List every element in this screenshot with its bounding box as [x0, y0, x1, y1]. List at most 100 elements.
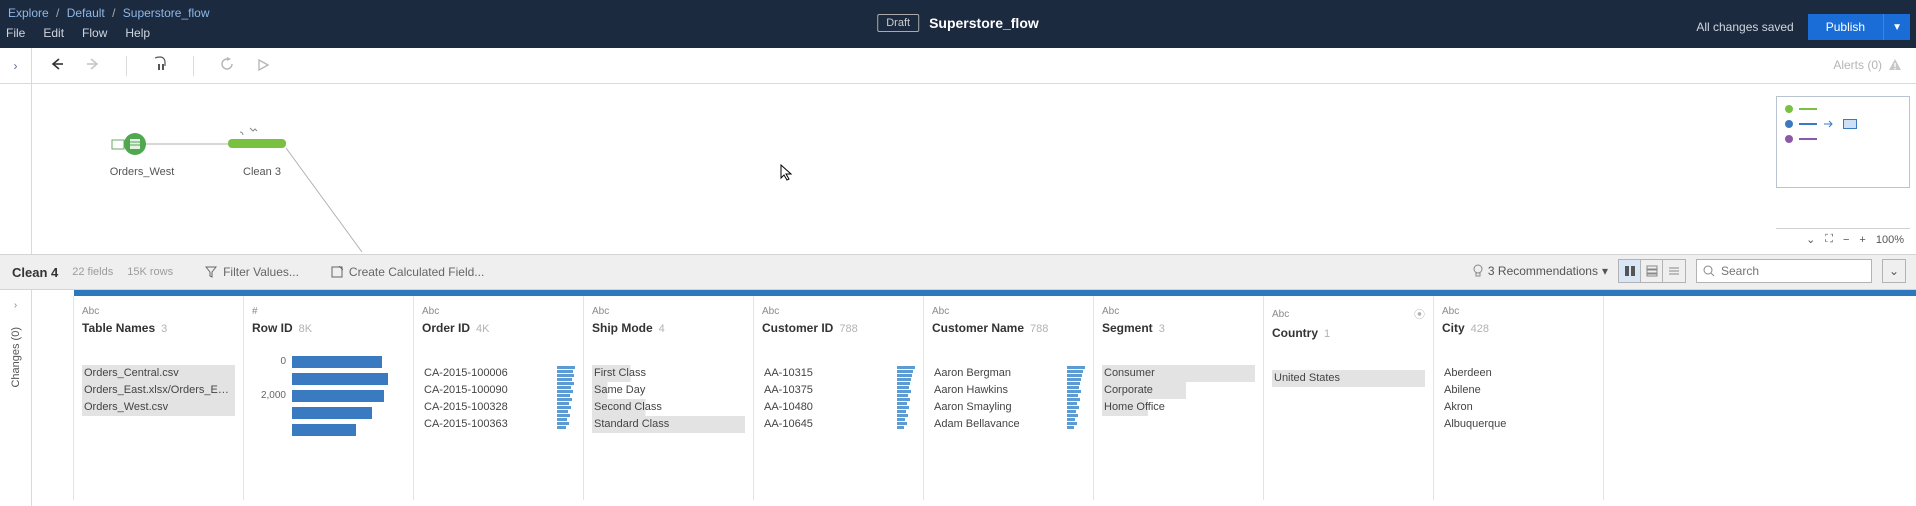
view-grid-button[interactable]: [1663, 260, 1685, 282]
field-name[interactable]: Order ID4K: [422, 321, 575, 335]
filter-icon: [205, 266, 217, 278]
changes-rail: › Changes (0): [0, 290, 32, 506]
field-value[interactable]: Aaron Smayling: [932, 399, 1085, 416]
zoom-fit-icon[interactable]: ⛶: [1825, 233, 1833, 246]
search-input[interactable]: [1721, 264, 1851, 278]
view-list-button[interactable]: [1641, 260, 1663, 282]
alerts-indicator[interactable]: Alerts (0): [1833, 58, 1902, 72]
field-value[interactable]: AA-10315: [762, 365, 915, 382]
zoom-in-button[interactable]: +: [1859, 234, 1865, 246]
field-values: Orders_Central.csvOrders_East.xlsx/Order…: [82, 365, 235, 416]
field-value[interactable]: Albuquerque: [1442, 416, 1595, 433]
publish-menu-button[interactable]: ▼: [1883, 14, 1910, 40]
field-value[interactable]: Akron: [1442, 399, 1595, 416]
field-value[interactable]: AA-10480: [762, 399, 915, 416]
menu-flow[interactable]: Flow: [82, 26, 107, 40]
field-card[interactable]: Abc⦿Country1United States: [1264, 296, 1434, 500]
view-profile-button[interactable]: [1619, 260, 1641, 282]
expand-left-panel-button[interactable]: ›: [0, 48, 32, 84]
breadcrumb-explore[interactable]: Explore: [8, 6, 49, 20]
field-card[interactable]: Abc Segment3 ConsumerCorporateHome Office: [1094, 296, 1264, 500]
field-name[interactable]: Customer ID788: [762, 321, 915, 335]
field-card[interactable]: AbcCustomer Name788Aaron BergmanAaron Ha…: [924, 296, 1094, 500]
field-card[interactable]: Abc Ship Mode4 First ClassSame DaySecond C…: [584, 296, 754, 500]
field-values: United States: [1272, 370, 1425, 387]
field-type: Abc: [1102, 306, 1255, 317]
field-value[interactable]: Consumer: [1102, 365, 1255, 382]
field-value[interactable]: Home Office: [1102, 399, 1255, 416]
input-node-label: Orders_West: [102, 166, 182, 178]
field-value[interactable]: Orders_East.xlsx/Orders_E…: [82, 382, 235, 399]
field-value[interactable]: CA-2015-100090: [422, 382, 575, 399]
step-options-button[interactable]: ⌄: [1882, 259, 1906, 283]
field-name[interactable]: Table Names3: [82, 321, 235, 335]
step-row-count: 15K rows: [127, 266, 173, 278]
calc-icon: [331, 266, 343, 278]
input-node-orders-west[interactable]: [112, 133, 146, 155]
pause-data-updates-button[interactable]: [151, 56, 169, 75]
field-value[interactable]: Same Day: [592, 382, 745, 399]
zoom-out-button[interactable]: −: [1843, 234, 1849, 246]
field-value[interactable]: Orders_Central.csv: [82, 365, 235, 382]
create-calculated-field-button[interactable]: Create Calculated Field...: [331, 265, 484, 279]
menu-help[interactable]: Help: [125, 26, 150, 40]
field-name[interactable]: Row ID8K: [252, 321, 405, 335]
field-card[interactable]: AbcCity428AberdeenAbileneAkronAlbuquerqu…: [1434, 296, 1604, 500]
field-values: AberdeenAbileneAkronAlbuquerque: [1442, 365, 1595, 433]
breadcrumb: Explore / Default / Superstore_flow: [8, 6, 210, 20]
step-name[interactable]: Clean 4: [12, 265, 58, 280]
field-type: Abc: [762, 306, 915, 317]
field-card[interactable]: AbcTable Names3Orders_Central.csvOrders_…: [74, 296, 244, 500]
field-value[interactable]: Aaron Hawkins: [932, 382, 1085, 399]
field-card[interactable]: AbcOrder ID4KCA-2015-100006CA-2015-10009…: [414, 296, 584, 500]
field-type: Abc: [592, 306, 745, 317]
field-name[interactable]: Ship Mode4: [592, 321, 745, 335]
field-card[interactable]: Abc Customer ID788 AA-10315AA-10375AA-1048…: [754, 296, 924, 500]
profile-pane: › Changes (0) Abc Table Names3 Orders_Cent…: [0, 290, 1916, 506]
menu-edit[interactable]: Edit: [43, 26, 64, 40]
back-button[interactable]: [48, 56, 66, 75]
field-values: ConsumerCorporateHome Office: [1102, 365, 1255, 416]
field-value[interactable]: CA-2015-100328: [422, 399, 575, 416]
toolbar: › Alerts (0): [0, 48, 1916, 84]
breadcrumb-flow[interactable]: Superstore_flow: [123, 6, 210, 20]
field-value[interactable]: Standard Class: [592, 416, 745, 433]
field-value[interactable]: CA-2015-100363: [422, 416, 575, 433]
field-mini-histogram: [557, 366, 577, 430]
publish-button[interactable]: Publish: [1808, 14, 1883, 40]
field-value[interactable]: Abilene: [1442, 382, 1595, 399]
forward-button: [84, 56, 102, 75]
flow-title[interactable]: Superstore_flow: [929, 15, 1039, 31]
field-value[interactable]: Aaron Bergman: [932, 365, 1085, 382]
field-name[interactable]: Customer Name788: [932, 321, 1085, 335]
chevron-down-icon: ▾: [1602, 264, 1608, 278]
field-value[interactable]: AA-10645: [762, 416, 915, 433]
field-value[interactable]: Orders_West.csv: [82, 399, 235, 416]
field-name[interactable]: Country1: [1272, 326, 1425, 340]
field-mini-histogram: [897, 366, 917, 430]
expand-changes-button[interactable]: ›: [14, 300, 17, 311]
field-value[interactable]: CA-2015-100006: [422, 365, 575, 382]
run-flow-button[interactable]: [254, 58, 272, 74]
field-value[interactable]: AA-10375: [762, 382, 915, 399]
flow-legend: [1776, 96, 1910, 188]
refresh-button[interactable]: [218, 57, 236, 74]
breadcrumb-project[interactable]: Default: [67, 6, 105, 20]
field-value[interactable]: Adam Bellavance: [932, 416, 1085, 433]
field-name[interactable]: City428: [1442, 321, 1595, 335]
field-card[interactable]: #Row ID8K02,000: [244, 296, 414, 500]
field-value[interactable]: First Class: [592, 365, 745, 382]
recommendations-button[interactable]: 3 Recommendations ▾: [1472, 264, 1608, 278]
view-mode-toggle: [1618, 259, 1686, 283]
field-value[interactable]: Corporate: [1102, 382, 1255, 399]
menu-file[interactable]: File: [6, 26, 25, 40]
flow-canvas[interactable]: Orders_West Clean 3 ⌄ ⛶ − + 100%: [32, 84, 1916, 254]
search-fields[interactable]: [1696, 259, 1872, 283]
field-name[interactable]: Segment3: [1102, 321, 1255, 335]
filter-values-button[interactable]: Filter Values...: [205, 265, 299, 279]
clean-step-node[interactable]: [228, 128, 286, 148]
field-value[interactable]: Second Class: [592, 399, 745, 416]
field-value[interactable]: Aberdeen: [1442, 365, 1595, 382]
zoom-chevron-down-icon[interactable]: ⌄: [1806, 233, 1815, 246]
field-value[interactable]: United States: [1272, 370, 1425, 387]
